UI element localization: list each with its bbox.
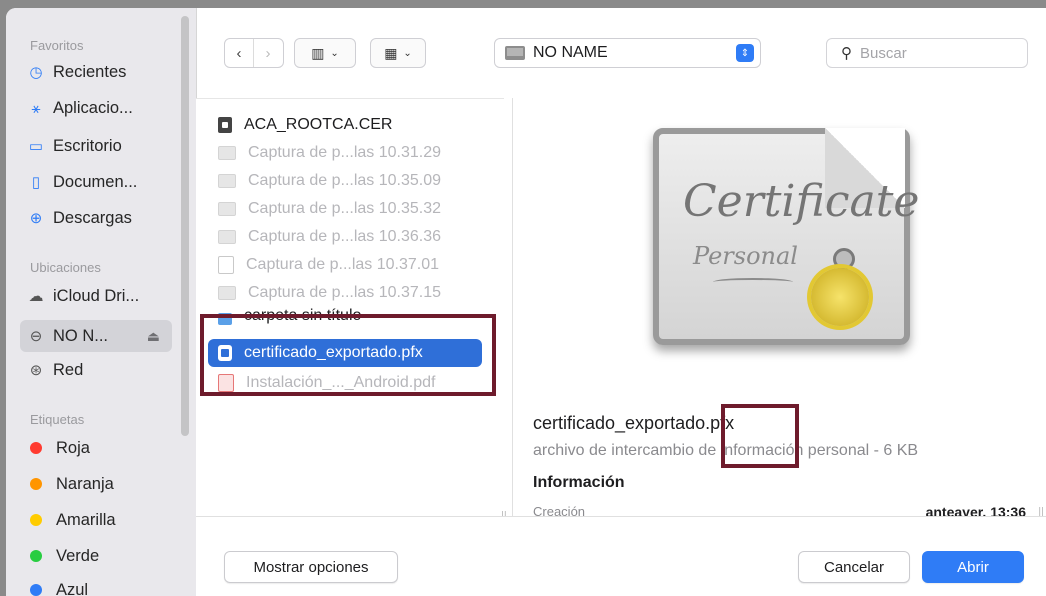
view-mode-button[interactable]: ▥ ⌄ [294,38,356,68]
sidebar-item-descargas[interactable]: ⊕ Descargas [20,202,172,234]
sidebar-item-aplicaciones[interactable]: ⚹ Aplicacio... [20,92,172,124]
file-list-column: ACA_ROOTCA.CER Captura de p...las 10.31.… [196,98,504,517]
file-name: Captura de p...las 10.37.01 [246,256,440,273]
file-row[interactable]: Captura de p...las 10.36.36 [208,223,482,251]
file-name: Captura de p...las 10.31.29 [248,144,442,161]
certificate-icon: Certificate Personal [653,128,919,345]
sidebar-item-escritorio[interactable]: ▭ Escritorio [20,130,172,162]
search-placeholder: Buscar [860,44,907,62]
back-icon[interactable]: ‹ [225,39,253,67]
columns-view-icon: ▥ [311,44,325,61]
tag-dot-icon [30,584,42,596]
sidebar-item-label: Documen... [53,172,138,191]
group-button[interactable]: ▦ ⌄ [370,38,426,68]
image-file-icon [218,286,236,300]
file-name: Captura de p...las 10.35.09 [248,172,442,189]
preview-file-name: certificado_exportado.pfx [533,413,735,433]
seal-icon [811,268,869,326]
sidebar-item-label: Recientes [53,62,127,81]
sidebar-item-red[interactable]: ⊛ Red [20,354,172,386]
cancel-button[interactable]: Cancelar [798,551,910,583]
sidebar-item-icloud[interactable]: ☁ iCloud Dri... [20,280,172,312]
tag-label: Amarilla [56,510,116,529]
file-row[interactable]: Captura de p...las 10.35.32 [208,195,482,223]
sidebar-item-label: Escritorio [53,136,122,155]
tag-dot-icon [30,550,42,562]
certificate-icon-text: Certificate [683,176,920,227]
chevron-down-icon: ⌄ [330,47,339,59]
file-name: Captura de p...las 10.37.15 [248,284,442,301]
highlight-box-extension [721,404,799,468]
location-name: NO NAME [533,44,608,61]
sidebar-item-label: Descargas [53,208,132,227]
tag-label: Naranja [56,474,114,493]
sidebar-item-recientes[interactable]: ◷ Recientes [20,56,172,88]
tag-dot-icon [30,514,42,526]
document-icon: ▯ [31,174,41,191]
sidebar-item-no-name[interactable]: ⊖ NO N... ⏏ [20,320,172,352]
drive-icon [505,46,525,60]
image-file-icon [218,174,236,188]
tag-label: Roja [56,438,90,457]
sidebar-tag-verde[interactable]: Verde [20,540,172,572]
tags-heading: Etiquetas [30,412,85,427]
tag-dot-icon [30,442,42,454]
back-forward-control[interactable]: ‹ › [224,38,284,68]
file-name: Captura de p...las 10.35.32 [248,200,442,217]
download-icon: ⊕ [29,210,43,227]
drive-icon: ⊖ [29,328,43,345]
sidebar-tag-amarilla[interactable]: Amarilla [20,504,172,536]
sidebar-tag-roja[interactable]: Roja [20,432,172,464]
show-options-button[interactable]: Mostrar opciones [224,551,398,583]
tag-label: Azul [56,580,89,596]
file-name: Captura de p...las 10.36.36 [248,228,442,245]
image-file-icon [218,230,236,244]
file-row[interactable]: Captura de p...las 10.37.15 [208,279,482,307]
file-row[interactable]: Captura de p...las 10.31.29 [208,139,482,167]
sidebar-scrollbar[interactable] [181,16,189,436]
tag-dot-icon [30,478,42,490]
certificate-file-icon [218,117,232,133]
clock-icon: ◷ [29,64,43,81]
open-file-dialog: Favoritos ◷ Recientes ⚹ Aplicacio... ▭ E… [6,8,1046,596]
key-icon [833,248,855,270]
grid-icon: ▦ [384,44,398,61]
certificate-icon-subtext: Personal [693,242,798,270]
file-name: ACA_ROOTCA.CER [244,116,393,133]
tag-label: Verde [56,546,100,565]
image-file-icon [218,202,236,216]
highlight-box-file [200,314,496,396]
updown-chevron-icon: ⇕ [736,44,754,62]
sidebar-item-label: iCloud Dri... [53,286,140,305]
sidebar-tag-naranja[interactable]: Naranja [20,468,172,500]
open-button[interactable]: Abrir [922,551,1024,583]
search-field[interactable]: ⚲ Buscar [826,38,1028,68]
desktop-icon: ▭ [28,138,44,155]
sidebar-item-label: Red [53,360,84,379]
eject-icon[interactable]: ⏏ [147,328,160,345]
locations-heading: Ubicaciones [30,260,101,275]
chevron-down-icon: ⌄ [403,47,412,59]
location-popup[interactable]: NO NAME ⇕ [494,38,761,68]
sidebar: Favoritos ◷ Recientes ⚹ Aplicacio... ▭ E… [6,8,197,596]
file-row[interactable]: Captura de p...las 10.35.09 [208,167,482,195]
favorites-heading: Favoritos [30,38,84,53]
file-row[interactable]: ACA_ROOTCA.CER [208,111,482,139]
network-icon: ⊛ [29,362,43,379]
cloud-icon: ☁ [28,288,44,305]
swirl-decoration [713,278,793,286]
image-file-icon [218,146,236,160]
sidebar-item-label: Aplicacio... [53,98,133,117]
dialog-footer: Mostrar opciones Cancelar Abrir [196,516,1046,596]
search-icon: ⚲ [841,45,852,62]
apps-icon: ⚹ [31,99,41,117]
blank-file-icon [218,256,234,274]
forward-icon[interactable]: › [253,39,282,67]
sidebar-item-label: NO N... [53,326,109,345]
sidebar-tag-azul[interactable]: Azul [20,574,172,596]
sidebar-item-documentos[interactable]: ▯ Documen... [20,166,172,198]
info-heading: Información [533,474,625,491]
file-row[interactable]: Captura de p...las 10.37.01 [208,251,482,279]
